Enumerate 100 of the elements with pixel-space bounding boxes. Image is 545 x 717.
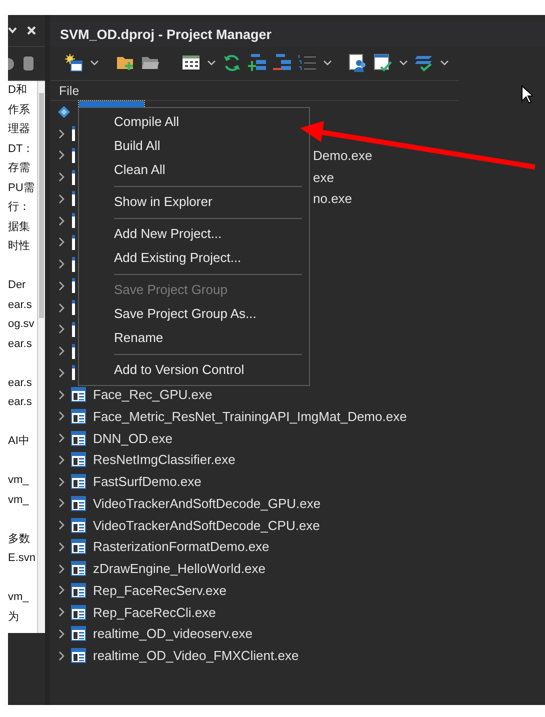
- chevron-icon[interactable]: [58, 454, 65, 465]
- caret-icon[interactable]: [399, 60, 408, 66]
- chevron-icon[interactable]: [58, 542, 65, 552]
- project-group-icon: [58, 106, 70, 118]
- menu-item[interactable]: Add Existing Project...: [79, 246, 309, 270]
- editor-text-line: og.sv: [8, 317, 34, 332]
- chevron-icon[interactable]: [58, 476, 65, 487]
- tree-item[interactable]: Rep_FaceRecServ.exe: [93, 582, 226, 598]
- folder-icon[interactable]: [142, 54, 160, 70]
- chevron-icon[interactable]: [58, 280, 65, 291]
- chevron-icon[interactable]: [58, 520, 65, 530]
- chevron-icon[interactable]: [58, 346, 65, 356]
- menu-item[interactable]: Rename: [79, 326, 309, 350]
- project-file-icon: [72, 278, 75, 294]
- chevron-icon[interactable]: [58, 194, 65, 204]
- editor-text-line: vm_: [8, 590, 29, 605]
- chevron-icon[interactable]: [58, 628, 65, 639]
- caret-icon[interactable]: [323, 60, 332, 66]
- project-file-icon: [71, 496, 86, 511]
- caret-icon[interactable]: [90, 60, 99, 66]
- menu-item[interactable]: Add New Project...: [79, 222, 309, 246]
- chevron-icon[interactable]: [58, 302, 65, 313]
- project-file-icon: [71, 648, 86, 664]
- chevron-icon[interactable]: [58, 128, 65, 139]
- chevron-icon[interactable]: [58, 237, 65, 248]
- tree-remove-icon[interactable]: [273, 54, 291, 72]
- chevron-icon[interactable]: [58, 172, 65, 182]
- chevron-icon[interactable]: [58, 368, 65, 378]
- menu-item[interactable]: Build All: [79, 134, 309, 158]
- editor-text-line: D和: [8, 83, 27, 98]
- scrollbar[interactable]: [37, 81, 45, 633]
- editor-text-line: 作系: [8, 102, 30, 118]
- user-document-icon[interactable]: [349, 54, 367, 72]
- tree-item[interactable]: zDrawEngine_HelloWorld.exe: [93, 561, 266, 576]
- tree-item[interactable]: Face_Metric_ResNet_TrainingAPI_ImgMat_Demo.exe: [93, 408, 407, 424]
- project-file-icon: [71, 561, 86, 576]
- close-icon[interactable]: [27, 26, 36, 35]
- chevron-icon[interactable]: [58, 259, 65, 270]
- project-file-icon: [71, 408, 86, 424]
- editor-text-line: E.svn: [8, 551, 36, 566]
- chevron-icon[interactable]: [58, 216, 65, 226]
- project-file-icon: [72, 365, 75, 380]
- tree-item[interactable]: Demo.exe: [313, 148, 372, 163]
- device-icon[interactable]: [23, 56, 34, 71]
- tree-item[interactable]: Face_Rec_GPU.exe: [93, 387, 212, 402]
- chevron-icon[interactable]: [58, 390, 65, 400]
- chevron-icon[interactable]: [58, 433, 65, 444]
- menu-item[interactable]: Clean All: [79, 158, 309, 182]
- project-file-icon: [71, 430, 86, 446]
- mouse-cursor-icon: [521, 85, 533, 104]
- chevron-icon[interactable]: [58, 607, 65, 618]
- folder-add-icon[interactable]: [117, 54, 135, 71]
- caret-icon[interactable]: [440, 60, 449, 66]
- tree-item[interactable]: exe: [313, 170, 334, 185]
- project-file-icon: [72, 300, 75, 316]
- editor-text-line: ear.s: [8, 336, 32, 352]
- tree-item[interactable]: no.exe: [313, 191, 352, 206]
- chevron-icon[interactable]: [58, 564, 65, 574]
- project-file-icon: [71, 518, 86, 533]
- chevron-icon[interactable]: [58, 498, 65, 508]
- tree-item[interactable]: ResNetImgClassifier.exe: [93, 452, 236, 468]
- tree-item[interactable]: FastSurfDemo.exe: [93, 474, 202, 490]
- tree-add-icon[interactable]: [248, 54, 266, 72]
- tree-item[interactable]: DNN_OD.exe: [93, 430, 172, 446]
- project-file-icon: [71, 539, 86, 554]
- editor-text-line: AI中: [8, 434, 30, 449]
- project-file-icon: [72, 256, 75, 272]
- menu-item[interactable]: Save Project Group As...: [79, 302, 309, 326]
- chevron-icon[interactable]: [58, 650, 65, 661]
- layers-check-icon[interactable]: [415, 54, 433, 72]
- chevron-icon[interactable]: [58, 411, 65, 422]
- tree-item[interactable]: VideoTrackerAndSoftDecode_GPU.exe: [93, 496, 321, 511]
- chevron-down-icon[interactable]: [8, 27, 17, 34]
- chevron-icon[interactable]: [58, 324, 65, 334]
- new-item-icon[interactable]: [65, 54, 83, 72]
- tree-item[interactable]: Rep_FaceRecCli.exe: [93, 604, 216, 620]
- menu-item[interactable]: Add to Version Control: [79, 358, 309, 382]
- tree-item[interactable]: realtime_OD_Video_FMXClient.exe: [93, 648, 299, 664]
- editor-text-line: vm_: [8, 492, 29, 508]
- menu-item[interactable]: Show in Explorer: [79, 190, 309, 214]
- menu-item[interactable]: Compile All: [79, 110, 309, 134]
- numbered-list-icon[interactable]: [298, 54, 316, 72]
- project-file-icon: [71, 626, 86, 642]
- chevron-icon[interactable]: [58, 150, 65, 160]
- grid-icon[interactable]: [182, 55, 200, 70]
- column-header[interactable]: File: [50, 80, 459, 101]
- refresh-icon[interactable]: [223, 54, 241, 72]
- tree-item[interactable]: RasterizationFormatDemo.exe: [93, 539, 270, 554]
- project-file-icon: [71, 474, 86, 490]
- editor-text-line: ear.s: [8, 298, 32, 312]
- project-file-icon: [71, 604, 86, 620]
- editor-text-line: PU需: [8, 180, 34, 196]
- caret-icon[interactable]: [207, 60, 216, 66]
- checked-document-icon[interactable]: [374, 54, 392, 72]
- editor-text-line: DT：: [8, 142, 34, 156]
- editor-text-line: 据集: [8, 220, 30, 234]
- chevron-icon[interactable]: [58, 585, 65, 596]
- tree-item[interactable]: realtime_OD_videoserv.exe: [93, 626, 252, 642]
- tree-item[interactable]: VideoTrackerAndSoftDecode_CPU.exe: [93, 518, 320, 533]
- editor-text-line: 时性: [8, 239, 30, 254]
